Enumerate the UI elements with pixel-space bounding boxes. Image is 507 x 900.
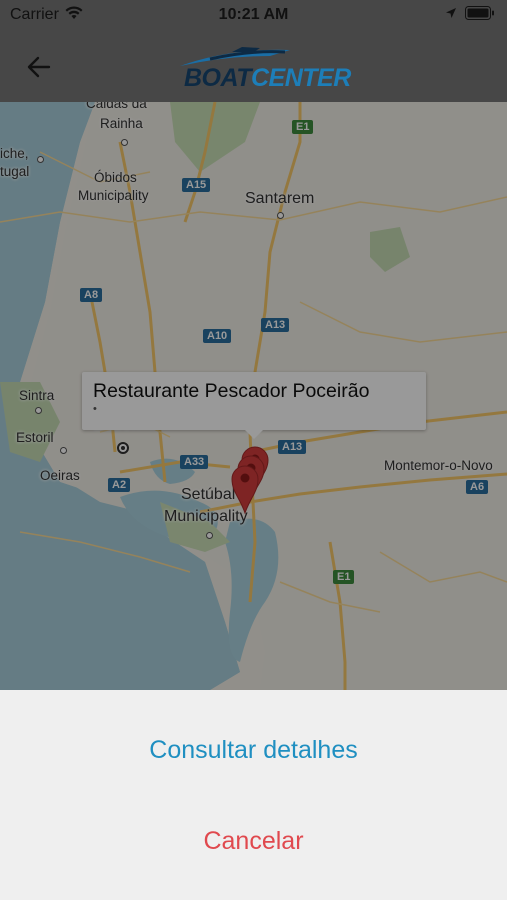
city-marker: [206, 532, 213, 539]
map-label-oeiras: Oeiras: [40, 468, 80, 483]
capital-marker: [117, 442, 129, 454]
city-marker: [35, 407, 42, 414]
road-shield-e1-bottom: E1: [333, 570, 355, 584]
map-label-montemor: Montemor-o-Novo: [384, 458, 493, 473]
navigation-bar: BOATCENTER: [0, 30, 507, 102]
road-shield-a10: A10: [203, 329, 232, 343]
map-label-rainha: Rainha: [100, 116, 143, 131]
info-window-subtitle: •: [93, 403, 97, 415]
road-shield-a2: A2: [108, 478, 131, 492]
map-label-estoril: Estoril: [16, 430, 54, 445]
city-marker: [60, 447, 67, 454]
map-label-setubal: Setúbal: [181, 486, 236, 503]
info-window-title: Restaurante Pescador Poceirão: [93, 380, 370, 402]
map-label-obidos: Óbidos: [94, 170, 137, 185]
view-details-button[interactable]: Consultar detalhes: [0, 705, 507, 795]
back-button[interactable]: [20, 48, 58, 86]
road-shield-a13: A13: [261, 318, 290, 332]
carrier-label: Carrier: [10, 6, 59, 23]
cancel-button[interactable]: Cancelar: [0, 796, 507, 886]
road-shield-e1: E1: [292, 120, 314, 134]
back-arrow-icon: [27, 56, 51, 78]
brand-logo: BOATCENTER: [170, 44, 351, 92]
map-pin-selected[interactable]: [230, 464, 260, 514]
road-shield-a15: A15: [182, 178, 211, 192]
city-marker: [277, 212, 284, 219]
logo-text-boat: BOAT: [184, 64, 251, 92]
city-marker: [121, 139, 128, 146]
battery-icon: [465, 5, 495, 25]
map-label-tugal: tugal: [0, 164, 30, 179]
map-label-santarem: Santarem: [245, 190, 315, 207]
location-arrow-icon: [445, 6, 457, 24]
map-label-iche: iche,: [0, 146, 29, 161]
info-window-pointer: [245, 430, 263, 439]
wifi-icon: [65, 5, 83, 25]
map-label-caldas: Caldas da: [86, 102, 147, 111]
marker-info-window[interactable]: Restaurante Pescador Poceirão •: [82, 372, 426, 430]
city-marker: [37, 156, 44, 163]
map-label-obidos-municipality: Municipality: [78, 188, 149, 203]
road-shield-a13-mid: A13: [278, 440, 307, 454]
map-pin-icon: [231, 465, 259, 514]
road-shield-a6: A6: [466, 480, 489, 494]
action-sheet: Consultar detalhes Cancelar: [0, 690, 507, 900]
road-shield-a33: A33: [180, 455, 209, 469]
map-label-sintra: Sintra: [19, 388, 55, 403]
logo-text-center: CENTER: [250, 64, 351, 92]
road-shield-a8: A8: [80, 288, 103, 302]
status-bar: Carrier 10:21 AM: [0, 0, 507, 30]
